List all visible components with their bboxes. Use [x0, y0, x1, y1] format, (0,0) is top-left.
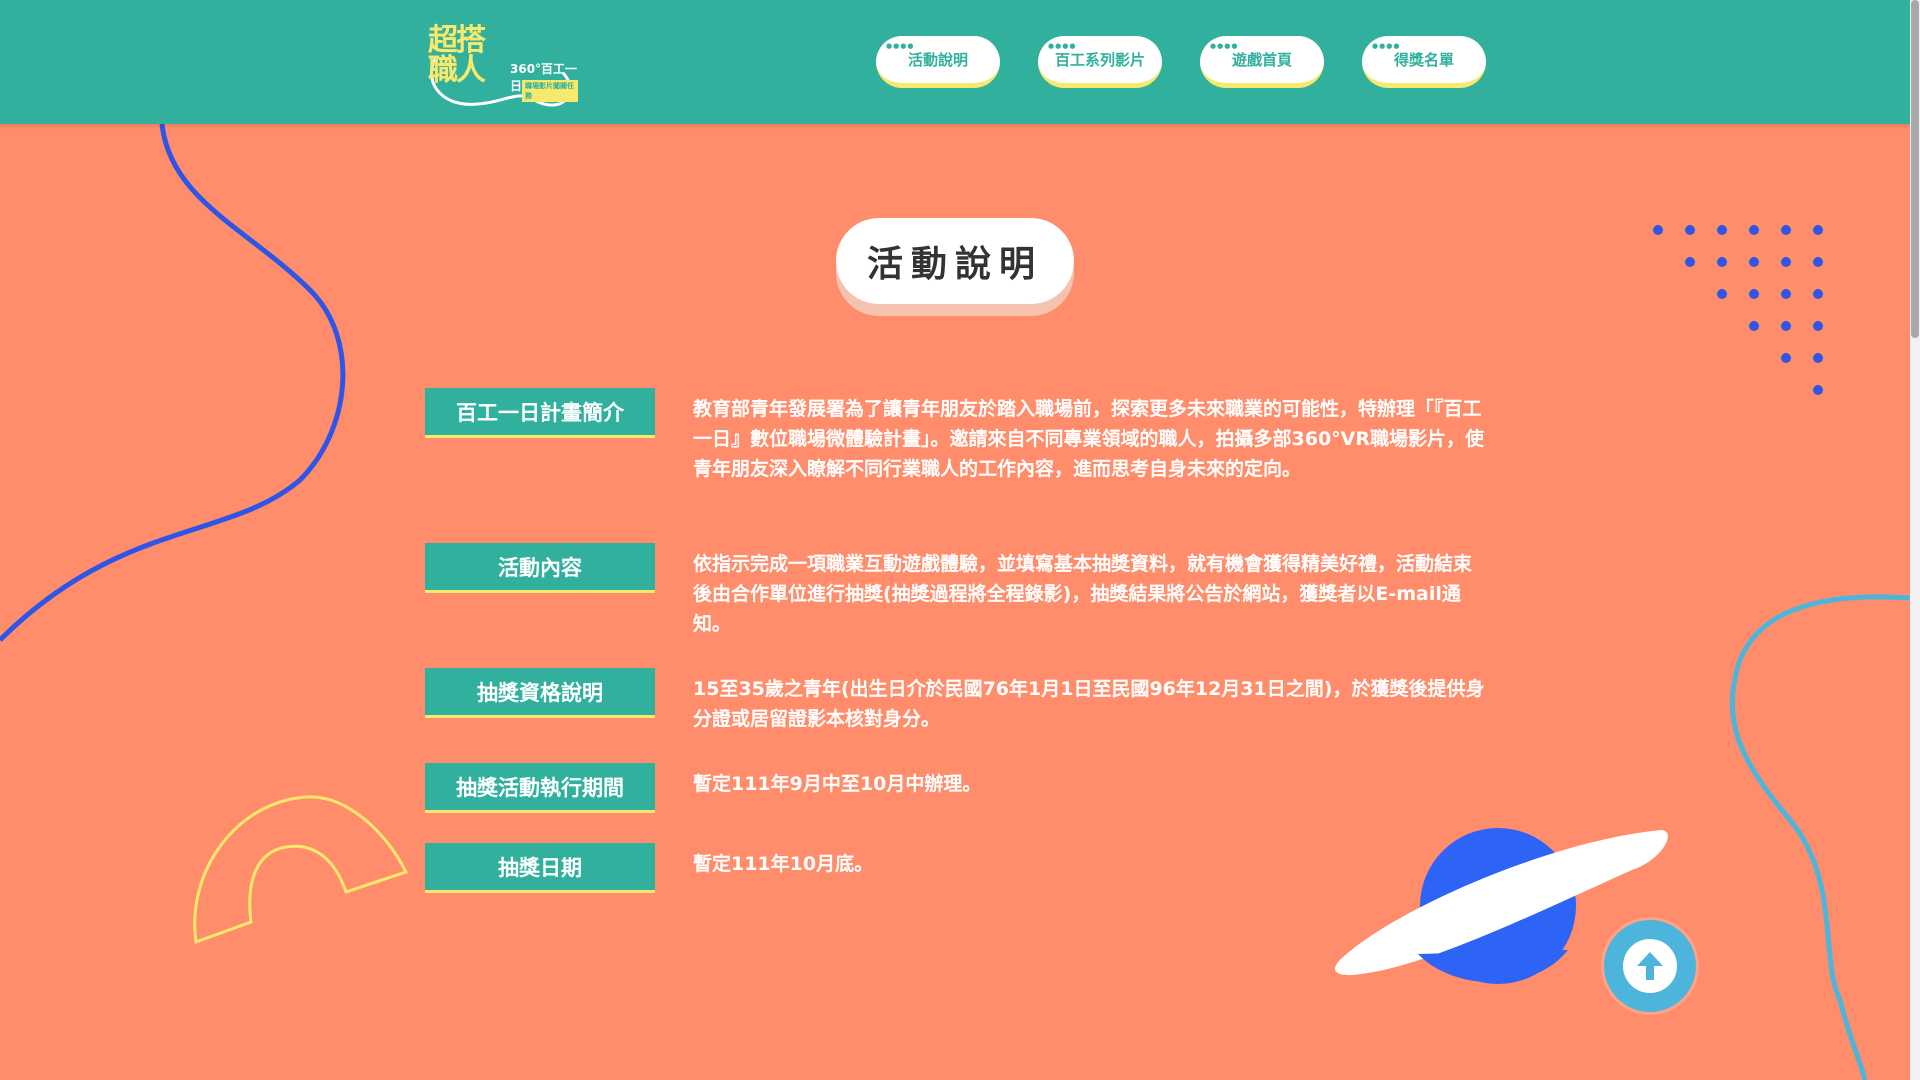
yellow-arc-decoration [193, 795, 409, 945]
nav-dots-icon: ●●●● [1048, 42, 1077, 50]
nav-activity-info[interactable]: ●●●● 活動說明 [876, 36, 1000, 88]
nav-video-series[interactable]: ●●●● 百工系列影片 [1038, 36, 1162, 88]
logo-title: 超搭 職人 [428, 23, 486, 88]
right-light-blue-curve [1729, 594, 1911, 1080]
nav-game-home[interactable]: ●●●● 遊戲首頁 [1200, 36, 1324, 88]
scrollbar[interactable] [1910, 0, 1920, 1080]
arrow-up-icon [1637, 952, 1663, 980]
section-text: 15至35歲之青年(出生日介於民國76年1月1日至民國96年12月31日之間)，… [693, 678, 1485, 730]
back-to-top-button[interactable] [1604, 920, 1696, 1012]
section-text: 暫定111年10月底。 [693, 853, 874, 875]
top-navigation-bar: 超搭 職人 360°百工一日 職場影片闖關任務 ●●●● 活動說明 ●●●● 百… [0, 0, 1910, 124]
nav-label: 得獎名單 [1393, 51, 1454, 69]
nav-dots-icon: ●●●● [1210, 42, 1239, 50]
site-logo[interactable]: 超搭 職人 360°百工一日 職場影片闖關任務 [418, 18, 578, 110]
section-text: 依指示完成一項職業互動遊戲體驗，並填寫基本抽獎資料，就有機會獲得精美好禮，活動結… [693, 553, 1473, 635]
nav-dots-icon: ●●●● [1372, 42, 1401, 50]
nav-winners[interactable]: ●●●● 得獎名單 [1362, 36, 1486, 88]
section-label: 百工一日計畫簡介 [425, 388, 655, 438]
nav-label: 遊戲首頁 [1231, 51, 1292, 69]
logo-tagline: 職場影片闖關任務 [522, 80, 578, 102]
dot-pattern-decoration [1653, 225, 1823, 395]
section-label: 抽獎活動執行期間 [425, 763, 655, 813]
section-text: 暫定111年9月中至10月中辦理。 [693, 773, 982, 795]
nav-dots-icon: ●●●● [886, 42, 915, 50]
section-label: 抽獎日期 [425, 843, 655, 893]
section-label: 抽獎資格說明 [425, 668, 655, 718]
logo-line1: 超搭 [428, 23, 486, 58]
back-to-top-circle [1623, 939, 1677, 993]
section-label: 活動內容 [425, 543, 655, 593]
left-blue-curve [0, 123, 346, 642]
page-title: 活動說明 [836, 218, 1074, 304]
nav-label: 百工系列影片 [1054, 51, 1145, 69]
page-title-cloud: 活動說明 [836, 218, 1074, 316]
nav-label: 活動說明 [907, 51, 968, 69]
section-text: 教育部青年發展署為了讓青年朋友於踏入職場前，探索更多未來職業的可能性，特辦理「『… [693, 398, 1484, 480]
scrollbar-thumb[interactable] [1911, 0, 1919, 338]
logo-line2: 職人 [428, 53, 486, 88]
